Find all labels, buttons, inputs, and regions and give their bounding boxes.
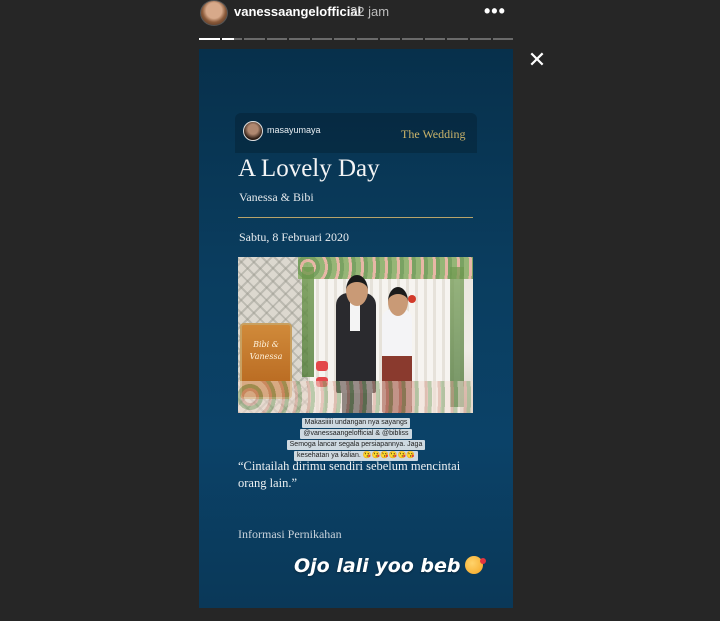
progress-segment — [492, 38, 514, 40]
profile-avatar[interactable] — [200, 0, 228, 26]
heart-sticker-icon — [316, 361, 328, 371]
username-link[interactable]: vanessaangelofficial — [234, 4, 361, 19]
couple-photo: Bibi & Vanessa — [238, 257, 473, 413]
invitation-quote: “Cintailah dirimu sendiri sebelum mencin… — [238, 459, 461, 490]
sign-text: Bibi & Vanessa — [249, 340, 283, 361]
progress-segment — [244, 38, 265, 40]
invitation-title: A Lovely Day — [238, 155, 380, 182]
caption-line: Semoga lancar segala persiapannya. Jaga — [286, 440, 426, 450]
kiss-emoji-icon — [464, 556, 486, 574]
repost-header: masayumaya The Wedding — [235, 113, 477, 153]
repost-username[interactable]: masayumaya — [267, 125, 321, 135]
couple-names: Vanessa & Bibi — [239, 190, 314, 204]
repost-caption: Makasiiiii undangan nya sayangs @vanessa… — [275, 418, 437, 462]
post-time: 22 jam — [350, 4, 390, 19]
caption-line: @vanessaangelofficial & @bibliss — [300, 429, 412, 439]
flower-arch — [298, 257, 473, 279]
wedding-info-label: Informasi Pernikahan — [238, 527, 342, 541]
story-content[interactable]: masayumaya The Wedding A Lovely Day Vane… — [199, 49, 513, 608]
progress-segment — [199, 38, 220, 40]
repost-avatar — [243, 121, 263, 141]
overlay-text: Ojo lali yoo beb — [294, 555, 461, 577]
divider — [238, 217, 473, 218]
hair-flower — [408, 295, 416, 303]
progress-segment — [379, 38, 401, 40]
progress-segment — [469, 38, 491, 40]
story-progress-bar — [199, 38, 514, 40]
progress-segment — [424, 38, 446, 40]
progress-segment — [266, 38, 288, 40]
flower-decoration — [238, 381, 473, 413]
progress-segment — [311, 38, 333, 40]
story-header: vanessaangelofficial 22 jam ••• — [0, 0, 720, 30]
progress-segment — [221, 38, 243, 40]
bride-head — [388, 287, 408, 316]
progress-segment — [334, 38, 356, 40]
story-text-overlay: Ojo lali yoo beb — [294, 555, 486, 577]
caption-line: Makasiiiii undangan nya sayangs — [301, 418, 411, 428]
reposted-post[interactable]: masayumaya The Wedding A Lovely Day Vane… — [235, 113, 477, 553]
progress-segment — [357, 38, 378, 40]
groom-head — [346, 275, 368, 306]
wedding-date: Sabtu, 8 Februari 2020 — [239, 230, 349, 244]
close-icon[interactable]: ✕ — [527, 49, 547, 71]
wedding-tag: The Wedding — [401, 127, 466, 141]
progress-segment — [402, 38, 423, 40]
vine-left — [302, 267, 314, 377]
progress-segment — [447, 38, 468, 40]
progress-segment — [289, 38, 310, 40]
more-options-icon[interactable]: ••• — [484, 1, 506, 22]
